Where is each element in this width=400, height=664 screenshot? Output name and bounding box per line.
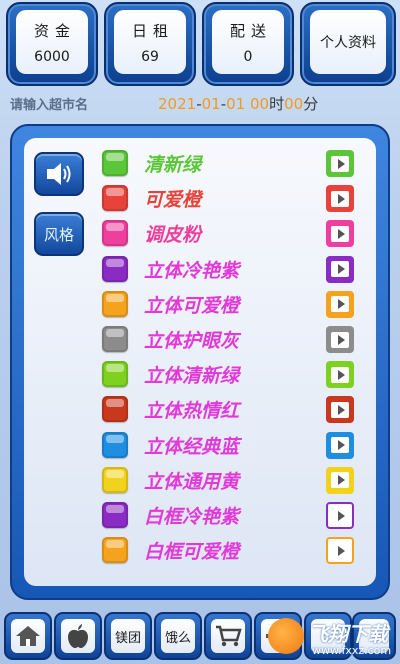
delivery-value: 0 [243, 48, 253, 65]
nav-meituan-button[interactable]: 镁团 [104, 612, 152, 660]
theme-name: 立体经典蓝 [144, 435, 240, 458]
play-icon [337, 404, 345, 415]
date-hour: 00 [250, 95, 270, 113]
theme-swatch[interactable] [102, 431, 128, 458]
theme-swatch[interactable] [102, 537, 128, 564]
theme-panel-content: 风格 清新绿 可爱橙 调皮粉 立体冷艳紫 立体可爱橙 立体护眼灰 立体清新绿 立体热情红 立体经… [24, 138, 376, 586]
nav-cart-button[interactable] [204, 612, 252, 660]
play-icon [337, 440, 345, 451]
play-icon [337, 475, 345, 486]
theme-preview-button[interactable] [326, 150, 354, 177]
theme-preview-button[interactable] [326, 326, 354, 353]
play-icon [337, 158, 345, 169]
minute-unit: 分 [303, 95, 319, 113]
theme-swatch[interactable] [102, 502, 128, 528]
daily-rent-value: 69 [141, 48, 159, 65]
date-month: 01 [201, 95, 221, 113]
theme-name: 立体通用黄 [144, 470, 240, 493]
theme-list: 清新绿可爱橙调皮粉立体冷艳紫立体可爱橙立体护眼灰立体清新绿立体热情红立体经典蓝立… [24, 138, 376, 586]
theme-preview-button[interactable] [326, 290, 354, 318]
home-icon [16, 626, 40, 646]
nav-apple-button[interactable] [54, 612, 102, 660]
theme-name: 可爱橙 [144, 189, 202, 212]
theme-row[interactable]: 清新绿 [24, 146, 376, 181]
theme-name: 立体清新绿 [144, 365, 240, 388]
watermark-logo-icon [268, 618, 304, 654]
daily-rent-tile[interactable]: 日租 69 [104, 2, 196, 86]
theme-preview-button[interactable] [326, 361, 354, 389]
nav-home-button[interactable] [4, 612, 52, 660]
theme-row[interactable]: 可爱橙 [24, 181, 376, 216]
theme-name: 立体可爱橙 [144, 294, 240, 317]
theme-preview-button[interactable] [326, 220, 354, 248]
watermark: 飞翔下载 www.fxxz.com [268, 616, 394, 660]
theme-swatch[interactable] [102, 326, 128, 352]
date-day: 01 [226, 95, 246, 113]
theme-row[interactable]: 立体热情红 [24, 392, 376, 427]
store-name-input[interactable]: 请输入超市名 [10, 94, 88, 113]
play-icon [337, 193, 345, 204]
theme-preview-button[interactable] [326, 502, 354, 529]
theme-row[interactable]: 白框可爱橙 [24, 533, 376, 568]
theme-preview-button[interactable] [326, 537, 354, 565]
theme-preview-button[interactable] [326, 255, 354, 283]
top-bar: 资金 6000 日租 69 配送 0 个人资料 [0, 0, 400, 90]
play-icon [337, 228, 345, 239]
theme-name: 立体热情红 [144, 400, 240, 423]
theme-row[interactable]: 调皮粉 [24, 216, 376, 251]
date-year: 2021 [158, 95, 197, 113]
store-row: 请输入超市名 2021-01-01 00时00分 [0, 92, 400, 114]
profile-label: 个人资料 [320, 35, 376, 51]
theme-swatch[interactable] [102, 220, 128, 247]
play-icon [337, 369, 345, 380]
theme-swatch[interactable] [102, 290, 128, 317]
theme-name: 白框冷艳紫 [144, 506, 240, 528]
theme-name: 立体冷艳紫 [144, 259, 240, 282]
apple-icon [68, 624, 88, 648]
theme-swatch[interactable] [102, 255, 128, 282]
theme-name: 立体护眼灰 [144, 330, 240, 352]
delivery-tile[interactable]: 配送 0 [202, 2, 294, 86]
funds-tile[interactable]: 资金 6000 [6, 2, 98, 86]
theme-row[interactable]: 立体通用黄 [24, 463, 376, 498]
nav-eleme-label: 饿么 [161, 619, 195, 653]
theme-row[interactable]: 立体冷艳紫 [24, 252, 376, 287]
cart-icon [216, 625, 242, 647]
theme-row[interactable]: 立体清新绿 [24, 357, 376, 392]
funds-value: 6000 [34, 48, 70, 65]
theme-name: 清新绿 [144, 154, 202, 176]
play-icon [337, 545, 345, 556]
date-minute: 00 [284, 95, 304, 113]
daily-rent-label: 日租 [131, 21, 174, 40]
play-icon [337, 334, 345, 345]
theme-swatch[interactable] [102, 185, 128, 212]
theme-preview-button[interactable] [326, 396, 354, 424]
theme-panel: 风格 清新绿 可爱橙 调皮粉 立体冷艳紫 立体可爱橙 立体护眼灰 立体清新绿 立体热情红 立体经… [10, 124, 390, 600]
theme-swatch[interactable] [102, 396, 128, 423]
theme-swatch[interactable] [102, 150, 128, 176]
game-date: 2021-01-01 00时00分 [158, 95, 319, 113]
nav-eleme-button[interactable]: 饿么 [154, 612, 202, 660]
theme-row[interactable]: 白框冷艳紫 [24, 498, 376, 533]
hour-unit: 时 [269, 95, 285, 113]
theme-preview-button[interactable] [326, 185, 354, 213]
theme-preview-button[interactable] [326, 431, 354, 459]
nav-meituan-label: 镁团 [111, 619, 145, 653]
delivery-label: 配送 [229, 21, 272, 40]
theme-preview-button[interactable] [326, 466, 354, 494]
play-icon [337, 264, 345, 275]
watermark-url: www.fxxz.com [312, 644, 392, 657]
theme-row[interactable]: 立体护眼灰 [24, 322, 376, 357]
theme-swatch[interactable] [102, 361, 128, 388]
play-icon [337, 510, 345, 521]
theme-name: 白框可爱橙 [144, 541, 240, 564]
theme-row[interactable]: 立体可爱橙 [24, 287, 376, 322]
theme-row[interactable]: 立体经典蓝 [24, 428, 376, 463]
theme-swatch[interactable] [102, 466, 128, 493]
play-icon [337, 299, 345, 310]
profile-tile[interactable]: 个人资料 [300, 2, 396, 86]
funds-label: 资金 [33, 21, 76, 40]
watermark-title: 飞翔下载 [308, 622, 388, 646]
theme-name: 调皮粉 [144, 224, 202, 247]
